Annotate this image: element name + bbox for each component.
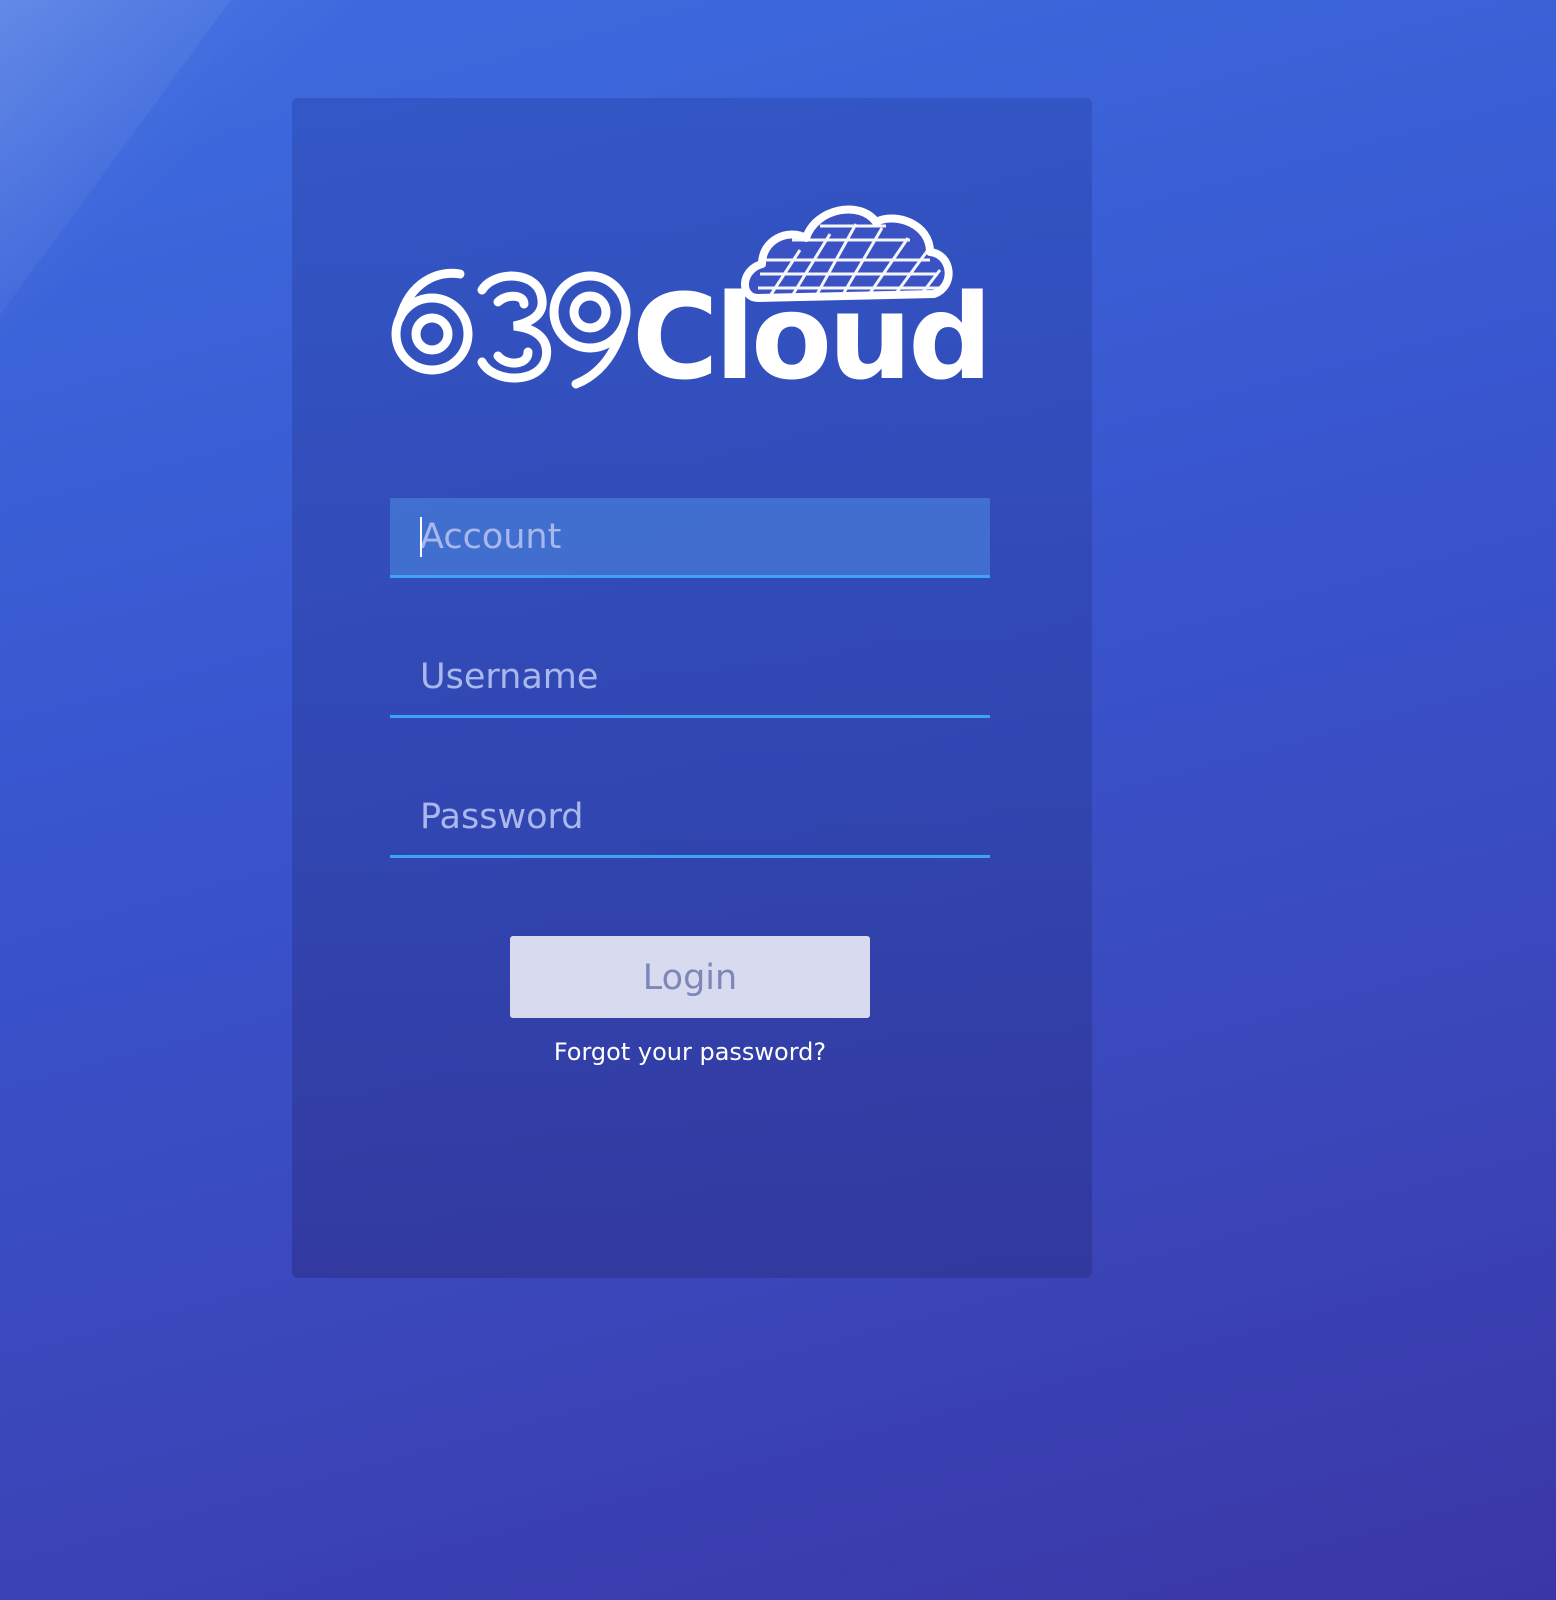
forgot-password-link[interactable]: Forgot your password? xyxy=(390,1034,990,1070)
account-field[interactable] xyxy=(390,498,990,578)
username-field[interactable] xyxy=(390,638,990,718)
text-caret xyxy=(420,517,422,557)
password-field[interactable] xyxy=(390,778,990,858)
logo-wordmark: Cloud xyxy=(632,268,989,390)
brand-logo: Cloud xyxy=(391,205,992,390)
username-input[interactable] xyxy=(390,638,990,715)
login-button[interactable]: Login xyxy=(510,936,870,1018)
account-input[interactable] xyxy=(390,498,990,575)
password-input[interactable] xyxy=(390,778,990,855)
logo-numerals xyxy=(391,268,631,389)
login-card: Cloud Login Forgot your password? xyxy=(292,98,1092,1278)
